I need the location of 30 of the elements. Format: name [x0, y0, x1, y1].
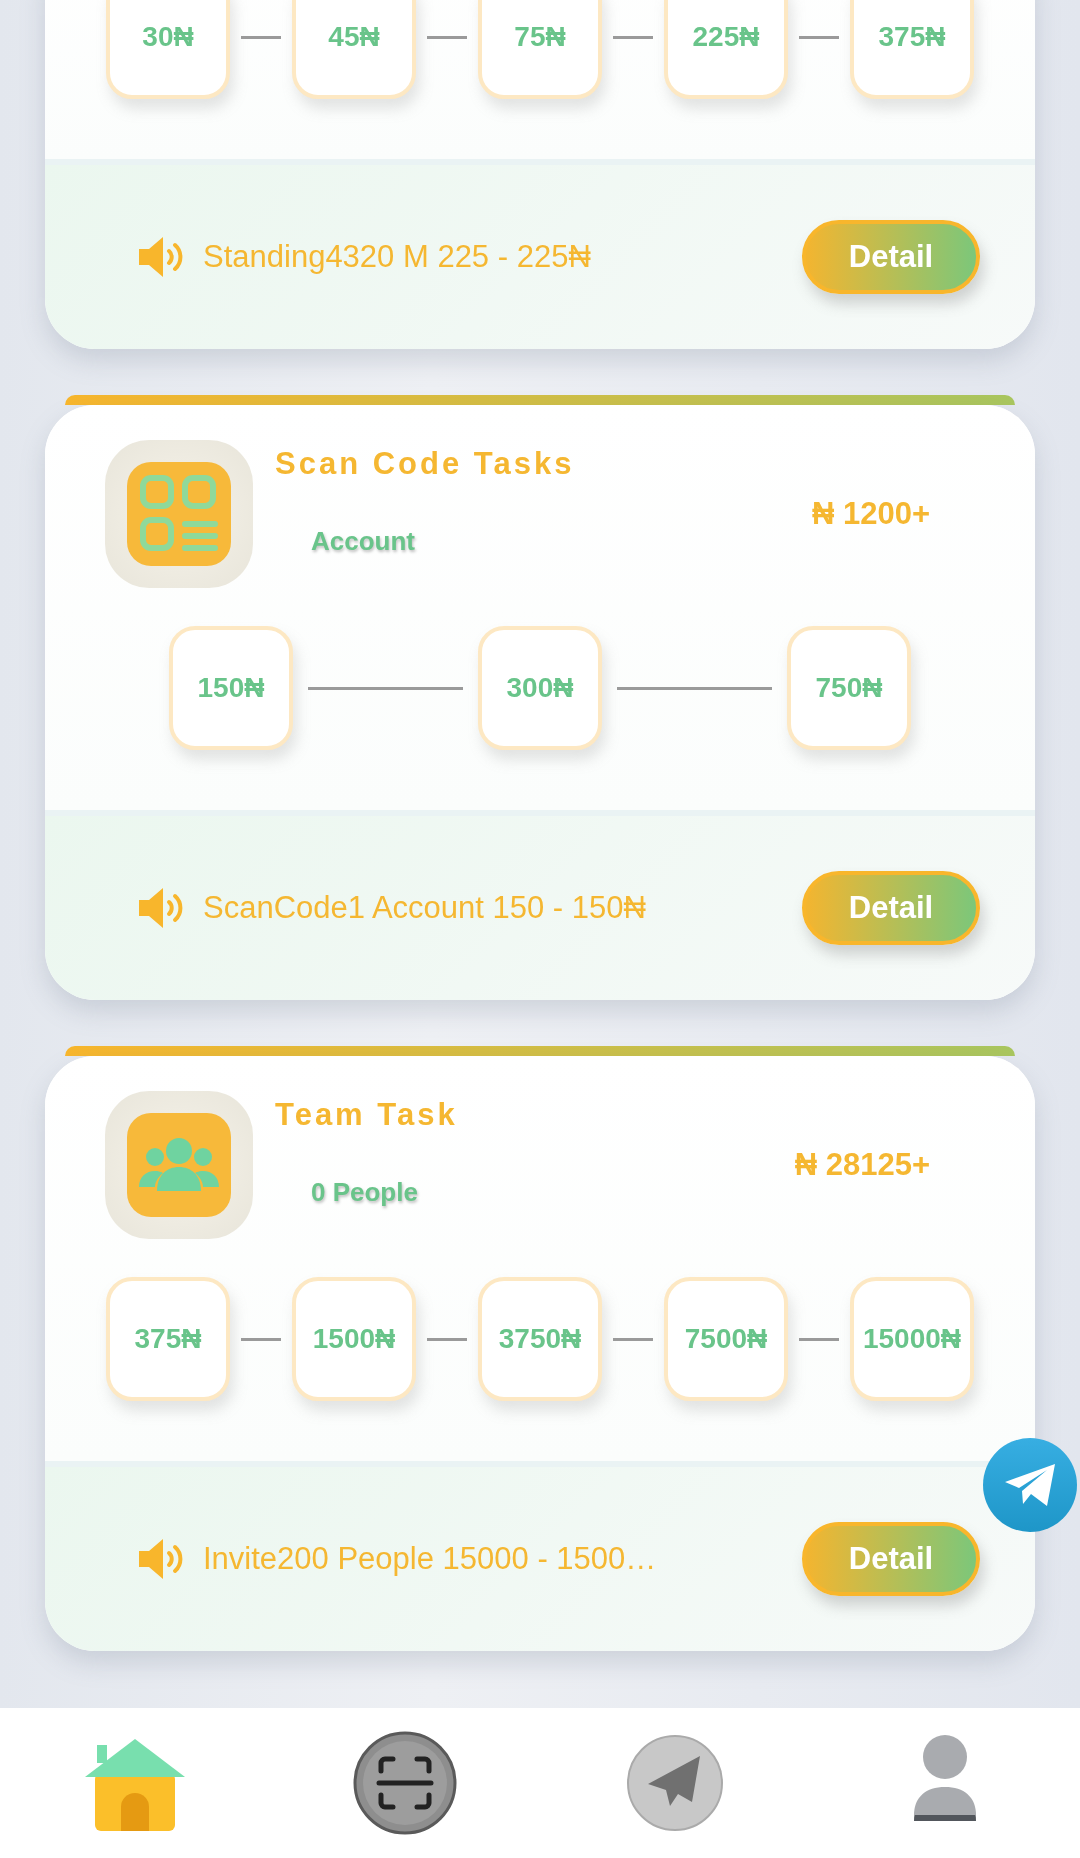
reward-step: 3750₦	[478, 1277, 602, 1401]
reward-step: 7500₦	[664, 1277, 788, 1401]
grid-icon	[127, 462, 231, 566]
reward-step: 30₦	[106, 0, 230, 99]
reward-step: 45₦	[292, 0, 416, 99]
detail-button[interactable]: Detail	[802, 220, 980, 294]
paper-plane-icon[interactable]	[1003, 1462, 1057, 1508]
reward-step: 15000₦	[850, 1277, 974, 1401]
task-title: Team Task	[275, 1097, 459, 1133]
reward-amount: ₦ 1200+	[811, 496, 930, 532]
detail-button[interactable]: Detail	[802, 871, 980, 945]
reward-step: 1500₦	[292, 1277, 416, 1401]
reward-amount: ₦ 28125+	[794, 1147, 930, 1183]
notice-text: ScanCode1 Account 150 - 150₦	[203, 890, 646, 926]
reward-step: 750₦	[787, 626, 911, 750]
paper-plane-icon[interactable]	[626, 1734, 724, 1832]
group-icon	[127, 1113, 231, 1217]
task-subtitle: Account	[311, 526, 416, 557]
reward-step: 75₦	[478, 0, 602, 99]
task-title: Scan Code Tasks	[275, 446, 576, 482]
task-subtitle: 0 People	[311, 1177, 419, 1208]
reward-step: 150₦	[169, 626, 293, 750]
reward-step: 375₦	[106, 1277, 230, 1401]
reward-step: 225₦	[664, 0, 788, 99]
notice-text: Invite200 People 15000 - 1500…	[203, 1541, 657, 1577]
notice-text: Standing4320 M 225 - 225₦	[203, 239, 591, 275]
reward-step: 300₦	[478, 626, 602, 750]
reward-step: 375₦	[850, 0, 974, 99]
scan-icon[interactable]	[353, 1731, 457, 1835]
detail-button[interactable]: Detail	[802, 1522, 980, 1596]
